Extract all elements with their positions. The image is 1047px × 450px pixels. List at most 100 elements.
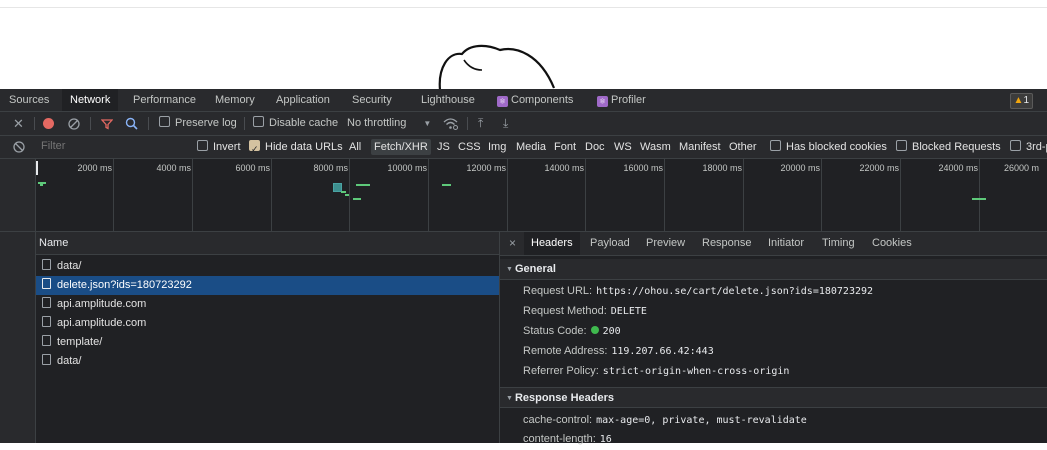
- record-icon[interactable]: [43, 118, 54, 129]
- header-content-length: content-length: 16: [523, 429, 612, 449]
- search-icon[interactable]: [125, 117, 138, 130]
- tab-response[interactable]: Response: [702, 232, 752, 255]
- file-icon: [42, 354, 51, 365]
- tab-performance[interactable]: Performance: [133, 89, 196, 111]
- checkbox-checked: [249, 138, 260, 160]
- block-icon[interactable]: [13, 141, 25, 153]
- tab-payload[interactable]: Payload: [590, 232, 630, 255]
- request-bar: [341, 191, 346, 193]
- disable-cache-checkbox[interactable]: Disable cache: [253, 112, 338, 135]
- import-har-icon[interactable]: ⤒: [478, 112, 483, 135]
- header-key: Remote Address:: [523, 345, 608, 357]
- hide-data-urls-checkbox[interactable]: Hide data URLs: [249, 136, 343, 160]
- tab-profiler[interactable]: ⚛ Profiler: [597, 89, 646, 111]
- throttling-select[interactable]: No throttling ▼: [347, 112, 431, 135]
- tab-application[interactable]: Application: [276, 89, 330, 111]
- tick-label: 14000 ms: [544, 163, 584, 173]
- type-all[interactable]: All: [349, 136, 361, 158]
- request-row[interactable]: data/: [36, 352, 499, 371]
- tab-components-label: Components: [511, 94, 574, 106]
- type-wasm[interactable]: Wasm: [640, 136, 671, 158]
- header-value: 200: [602, 326, 621, 337]
- tab-preview[interactable]: Preview: [646, 232, 685, 255]
- tab-network[interactable]: Network: [62, 89, 119, 111]
- warnings-badge[interactable]: ▲1: [1009, 93, 1033, 109]
- blocked-requests-checkbox[interactable]: Blocked Requests: [896, 136, 1001, 158]
- clear-icon[interactable]: [68, 118, 80, 130]
- request-bar: [972, 198, 986, 200]
- header-value: https://ohou.se/cart/delete.json?ids=180…: [596, 286, 874, 297]
- export-har-icon[interactable]: ⤓: [503, 112, 508, 135]
- type-ws[interactable]: WS: [614, 136, 632, 158]
- devtools-panel: Sources Network Performance Memory Appli…: [0, 89, 1047, 445]
- tab-security[interactable]: Security: [352, 89, 392, 111]
- response-headers-section-header[interactable]: ▼ Response Headers: [500, 387, 1047, 408]
- status-ok-icon: [590, 326, 599, 334]
- request-details: × Headers Payload Preview Response Initi…: [500, 232, 1047, 445]
- tab-memory[interactable]: Memory: [215, 89, 255, 111]
- file-icon: [42, 335, 51, 346]
- tab-timing[interactable]: Timing: [822, 232, 855, 255]
- has-blocked-cookies-checkbox[interactable]: Has blocked cookies: [770, 136, 887, 158]
- request-row[interactable]: api.amplitude.com: [36, 314, 499, 333]
- chevron-down-icon: ▼: [423, 119, 432, 128]
- invert-label: Invert: [213, 141, 241, 153]
- details-tabbar: × Headers Payload Preview Response Initi…: [500, 232, 1047, 256]
- grid-line: [428, 159, 429, 231]
- tick-label: 2000 ms: [77, 163, 112, 173]
- type-doc[interactable]: Doc: [585, 136, 605, 158]
- request-name: data/: [57, 355, 82, 367]
- tab-initiator[interactable]: Initiator: [768, 232, 804, 255]
- type-css[interactable]: CSS: [458, 136, 481, 158]
- invert-checkbox[interactable]: Invert: [197, 136, 241, 158]
- response-headers-title: Response Headers: [514, 392, 614, 404]
- type-img[interactable]: Img: [488, 136, 506, 158]
- checkbox-box: [1010, 140, 1021, 151]
- request-row[interactable]: api.amplitude.com: [36, 295, 499, 314]
- expand-triangle-icon: ▼: [506, 266, 513, 273]
- network-overview[interactable]: 2000 ms 4000 ms 6000 ms 8000 ms 10000 ms…: [0, 159, 1047, 232]
- header-referrer-policy: Referrer Policy: strict-origin-when-cross…: [523, 361, 789, 381]
- type-js[interactable]: JS: [437, 136, 450, 158]
- type-manifest[interactable]: Manifest: [679, 136, 721, 158]
- header-value: strict-origin-when-cross-origin: [602, 366, 790, 377]
- request-row[interactable]: template/: [36, 333, 499, 352]
- third-party-checkbox[interactable]: 3rd-p: [1010, 136, 1047, 158]
- react-icon: ⚛: [497, 96, 508, 107]
- toolbar-divider: [34, 117, 35, 130]
- filter-input[interactable]: [36, 138, 196, 154]
- general-section-header[interactable]: ▼ General: [500, 259, 1047, 280]
- request-bar: [356, 184, 370, 186]
- tab-lighthouse[interactable]: Lighthouse: [421, 89, 475, 111]
- name-column-header[interactable]: Name: [36, 232, 499, 255]
- tab-sources[interactable]: Sources: [9, 89, 49, 111]
- request-row-selected[interactable]: delete.json?ids=180723292: [36, 276, 499, 295]
- type-fetch-xhr[interactable]: Fetch/XHR: [371, 139, 431, 155]
- close-details-icon[interactable]: ×: [509, 232, 516, 255]
- file-icon: [42, 316, 51, 327]
- warning-count: 1: [1023, 95, 1029, 106]
- request-list: Name data/ delete.json?ids=180723292 api…: [36, 232, 500, 443]
- close-drawer-icon[interactable]: ✕: [13, 112, 24, 135]
- preserve-log-checkbox[interactable]: Preserve log: [159, 112, 237, 135]
- left-gutter: [0, 232, 36, 443]
- tick-label: 16000 ms: [623, 163, 663, 173]
- type-other[interactable]: Other: [729, 136, 757, 158]
- type-font[interactable]: Font: [554, 136, 576, 158]
- tab-components[interactable]: ⚛ Components: [497, 89, 573, 111]
- checkbox-box: [896, 140, 907, 151]
- timeline-cursor[interactable]: [36, 161, 38, 175]
- network-conditions-icon[interactable]: [443, 117, 458, 130]
- tab-headers[interactable]: Headers: [524, 232, 580, 255]
- devtools-tabbar: Sources Network Performance Memory Appli…: [0, 89, 1047, 112]
- warning-icon: ▲: [1013, 95, 1024, 106]
- tab-cookies[interactable]: Cookies: [872, 232, 912, 255]
- filter-icon[interactable]: [101, 118, 113, 130]
- grid-line: [113, 159, 114, 231]
- header-status-code: Status Code: 200: [523, 321, 621, 341]
- type-media[interactable]: Media: [516, 136, 546, 158]
- throttling-value: No throttling: [347, 117, 407, 129]
- request-row[interactable]: data/: [36, 257, 499, 276]
- third-party-label: 3rd-p: [1026, 141, 1047, 153]
- tick-label: 20000 ms: [780, 163, 820, 173]
